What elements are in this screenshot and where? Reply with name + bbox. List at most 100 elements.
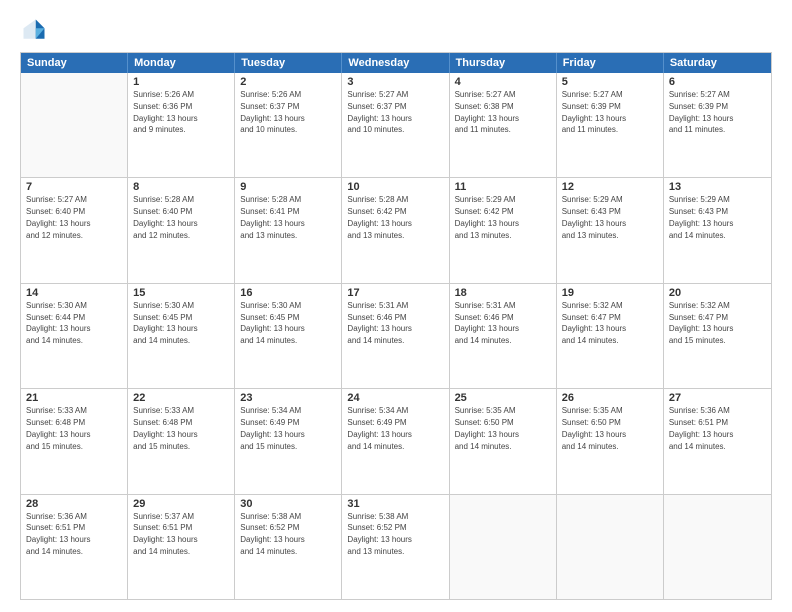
week-row-2: 7 Sunrise: 5:27 AM Sunset: 6:40 PM Daylig… <box>21 178 771 283</box>
day-info: Sunrise: 5:34 AM Sunset: 6:49 PM Dayligh… <box>240 406 304 450</box>
day-info: Sunrise: 5:28 AM Sunset: 6:41 PM Dayligh… <box>240 195 304 239</box>
day-number: 1 <box>133 76 229 88</box>
day-cell-12: 12Sunrise: 5:29 AM Sunset: 6:43 PM Dayli… <box>557 178 664 282</box>
day-info: Sunrise: 5:27 AM Sunset: 6:39 PM Dayligh… <box>562 90 626 134</box>
day-number: 16 <box>240 287 336 299</box>
day-info: Sunrise: 5:31 AM Sunset: 6:46 PM Dayligh… <box>347 301 411 345</box>
day-cell-25: 25 Sunrise: 5:35 AM Sunset: 6:50 PM Dayli… <box>450 389 557 493</box>
day-cell-21: 21 Sunrise: 5:33 AM Sunset: 6:48 PM Dayli… <box>21 389 128 493</box>
day-info: Sunrise: 5:38 AM Sunset: 6:52 PM Dayligh… <box>240 512 304 556</box>
day-cell-11: 11Sunrise: 5:29 AM Sunset: 6:42 PM Dayli… <box>450 178 557 282</box>
day-info: Sunrise: 5:29 AM Sunset: 6:43 PM Dayligh… <box>562 195 626 239</box>
calendar-body: 1Sunrise: 5:26 AM Sunset: 6:36 PM Daylig… <box>21 73 771 599</box>
day-info: Sunrise: 5:35 AM Sunset: 6:50 PM Dayligh… <box>455 406 519 450</box>
day-info: Sunrise: 5:27 AM Sunset: 6:40 PM Dayligh… <box>26 195 90 239</box>
day-info: Sunrise: 5:36 AM Sunset: 6:51 PM Dayligh… <box>26 512 90 556</box>
week-row-4: 21 Sunrise: 5:33 AM Sunset: 6:48 PM Dayli… <box>21 389 771 494</box>
day-number: 18 <box>455 287 551 299</box>
day-cell-24: 24Sunrise: 5:34 AM Sunset: 6:49 PM Dayli… <box>342 389 449 493</box>
day-number: 10 <box>347 181 443 193</box>
empty-cell <box>21 73 128 177</box>
day-cell-31: 31 Sunrise: 5:38 AM Sunset: 6:52 PM Dayli… <box>342 495 449 599</box>
day-info: Sunrise: 5:27 AM Sunset: 6:38 PM Dayligh… <box>455 90 519 134</box>
day-number: 19 <box>562 287 658 299</box>
day-cell-1: 1Sunrise: 5:26 AM Sunset: 6:36 PM Daylig… <box>128 73 235 177</box>
day-number: 13 <box>669 181 766 193</box>
day-cell-22: 22 Sunrise: 5:33 AM Sunset: 6:48 PM Dayli… <box>128 389 235 493</box>
page: SundayMondayTuesdayWednesdayThursdayFrid… <box>0 0 792 612</box>
day-number: 23 <box>240 392 336 404</box>
calendar: SundayMondayTuesdayWednesdayThursdayFrid… <box>20 52 772 600</box>
day-header-saturday: Saturday <box>664 53 771 73</box>
day-number: 27 <box>669 392 766 404</box>
day-number: 5 <box>562 76 658 88</box>
day-cell-28: 28 Sunrise: 5:36 AM Sunset: 6:51 PM Dayli… <box>21 495 128 599</box>
day-info: Sunrise: 5:30 AM Sunset: 6:45 PM Dayligh… <box>240 301 304 345</box>
day-info: Sunrise: 5:30 AM Sunset: 6:45 PM Dayligh… <box>133 301 197 345</box>
day-info: Sunrise: 5:33 AM Sunset: 6:48 PM Dayligh… <box>26 406 90 450</box>
day-header-wednesday: Wednesday <box>342 53 449 73</box>
day-number: 21 <box>26 392 122 404</box>
day-info: Sunrise: 5:26 AM Sunset: 6:37 PM Dayligh… <box>240 90 304 134</box>
day-cell-23: 23 Sunrise: 5:34 AM Sunset: 6:49 PM Dayli… <box>235 389 342 493</box>
day-info: Sunrise: 5:33 AM Sunset: 6:48 PM Dayligh… <box>133 406 197 450</box>
day-cell-4: 4 Sunrise: 5:27 AM Sunset: 6:38 PM Daylig… <box>450 73 557 177</box>
day-info: Sunrise: 5:28 AM Sunset: 6:42 PM Dayligh… <box>347 195 411 239</box>
day-number: 15 <box>133 287 229 299</box>
day-info: Sunrise: 5:32 AM Sunset: 6:47 PM Dayligh… <box>562 301 626 345</box>
day-number: 22 <box>133 392 229 404</box>
week-row-3: 14Sunrise: 5:30 AM Sunset: 6:44 PM Dayli… <box>21 284 771 389</box>
day-number: 2 <box>240 76 336 88</box>
week-row-5: 28 Sunrise: 5:36 AM Sunset: 6:51 PM Dayli… <box>21 495 771 599</box>
day-cell-20: 20 Sunrise: 5:32 AM Sunset: 6:47 PM Dayli… <box>664 284 771 388</box>
day-header-thursday: Thursday <box>450 53 557 73</box>
day-info: Sunrise: 5:37 AM Sunset: 6:51 PM Dayligh… <box>133 512 197 556</box>
day-number: 29 <box>133 498 229 510</box>
day-info: Sunrise: 5:27 AM Sunset: 6:37 PM Dayligh… <box>347 90 411 134</box>
day-cell-27: 27 Sunrise: 5:36 AM Sunset: 6:51 PM Dayli… <box>664 389 771 493</box>
day-cell-2: 2 Sunrise: 5:26 AM Sunset: 6:37 PM Daylig… <box>235 73 342 177</box>
day-cell-8: 8 Sunrise: 5:28 AM Sunset: 6:40 PM Daylig… <box>128 178 235 282</box>
day-cell-17: 17 Sunrise: 5:31 AM Sunset: 6:46 PM Dayli… <box>342 284 449 388</box>
day-cell-9: 9 Sunrise: 5:28 AM Sunset: 6:41 PM Daylig… <box>235 178 342 282</box>
day-number: 9 <box>240 181 336 193</box>
day-info: Sunrise: 5:38 AM Sunset: 6:52 PM Dayligh… <box>347 512 411 556</box>
day-info: Sunrise: 5:29 AM Sunset: 6:43 PM Dayligh… <box>669 195 733 239</box>
logo-icon <box>20 16 48 44</box>
day-info: Sunrise: 5:32 AM Sunset: 6:47 PM Dayligh… <box>669 301 733 345</box>
logo <box>20 16 52 44</box>
empty-cell <box>664 495 771 599</box>
day-info: Sunrise: 5:28 AM Sunset: 6:40 PM Dayligh… <box>133 195 197 239</box>
empty-cell <box>557 495 664 599</box>
day-header-tuesday: Tuesday <box>235 53 342 73</box>
day-cell-15: 15 Sunrise: 5:30 AM Sunset: 6:45 PM Dayli… <box>128 284 235 388</box>
day-number: 25 <box>455 392 551 404</box>
empty-cell <box>450 495 557 599</box>
day-number: 6 <box>669 76 766 88</box>
day-cell-29: 29 Sunrise: 5:37 AM Sunset: 6:51 PM Dayli… <box>128 495 235 599</box>
day-cell-7: 7 Sunrise: 5:27 AM Sunset: 6:40 PM Daylig… <box>21 178 128 282</box>
day-number: 4 <box>455 76 551 88</box>
day-header-sunday: Sunday <box>21 53 128 73</box>
day-header-friday: Friday <box>557 53 664 73</box>
day-number: 3 <box>347 76 443 88</box>
day-cell-30: 30Sunrise: 5:38 AM Sunset: 6:52 PM Dayli… <box>235 495 342 599</box>
day-number: 20 <box>669 287 766 299</box>
day-info: Sunrise: 5:35 AM Sunset: 6:50 PM Dayligh… <box>562 406 626 450</box>
day-number: 7 <box>26 181 122 193</box>
day-cell-3: 3 Sunrise: 5:27 AM Sunset: 6:37 PM Daylig… <box>342 73 449 177</box>
day-info: Sunrise: 5:36 AM Sunset: 6:51 PM Dayligh… <box>669 406 733 450</box>
day-number: 31 <box>347 498 443 510</box>
day-cell-10: 10 Sunrise: 5:28 AM Sunset: 6:42 PM Dayli… <box>342 178 449 282</box>
day-number: 8 <box>133 181 229 193</box>
day-number: 17 <box>347 287 443 299</box>
day-cell-14: 14Sunrise: 5:30 AM Sunset: 6:44 PM Dayli… <box>21 284 128 388</box>
week-row-1: 1Sunrise: 5:26 AM Sunset: 6:36 PM Daylig… <box>21 73 771 178</box>
day-number: 14 <box>26 287 122 299</box>
day-cell-16: 16 Sunrise: 5:30 AM Sunset: 6:45 PM Dayli… <box>235 284 342 388</box>
day-header-monday: Monday <box>128 53 235 73</box>
day-number: 28 <box>26 498 122 510</box>
day-cell-6: 6Sunrise: 5:27 AM Sunset: 6:39 PM Daylig… <box>664 73 771 177</box>
day-cell-18: 18Sunrise: 5:31 AM Sunset: 6:46 PM Dayli… <box>450 284 557 388</box>
day-number: 24 <box>347 392 443 404</box>
